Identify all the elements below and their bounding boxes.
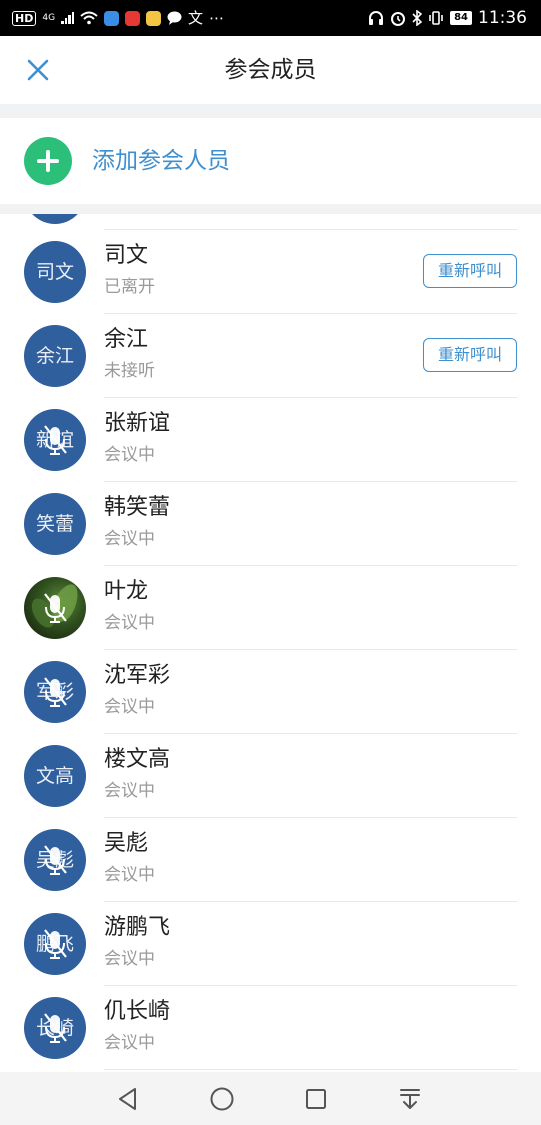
network-type: 4G xyxy=(42,13,56,23)
member-name: 叶龙 xyxy=(104,579,149,604)
avatar: 长崎 xyxy=(24,997,86,1059)
app-notification-icon xyxy=(146,10,162,26)
member-status: 会议中 xyxy=(104,1033,155,1053)
app-notification-icon xyxy=(104,10,120,26)
member-row[interactable]: 长崎仉长崎会议中 xyxy=(0,986,541,1070)
avatar-initials: 余江 xyxy=(35,345,74,367)
system-nav-bar xyxy=(0,1072,541,1125)
hd-indicator: HD xyxy=(12,10,37,26)
chat-bubble-icon xyxy=(167,11,182,25)
member-name: 游鹏飞 xyxy=(104,915,171,940)
avatar: 新谊 xyxy=(24,409,86,471)
avatar-initials: 笑蕾 xyxy=(35,513,74,535)
recall-button[interactable]: 重新呼叫 xyxy=(423,338,517,372)
add-member-label: 添加参会人员 xyxy=(92,148,230,174)
wifi-icon xyxy=(80,11,98,25)
avatar xyxy=(24,214,86,224)
member-status: 会议中 xyxy=(104,865,155,885)
member-row[interactable]: 军彩沈军彩会议中 xyxy=(0,650,541,734)
status-bar: HD 4G 文 ⋯ 84 11:36 xyxy=(0,0,541,36)
member-name: 司文 xyxy=(104,243,149,268)
avatar: 笑蕾 xyxy=(24,493,86,555)
member-row[interactable]: 余江 余江 未接听 重新呼叫 xyxy=(0,314,541,398)
bluetooth-icon xyxy=(412,10,423,26)
recents-square-icon[interactable] xyxy=(301,1084,331,1114)
member-row[interactable]: 鹏飞游鹏飞会议中 xyxy=(0,902,541,986)
member-status: 会议中 xyxy=(104,529,155,549)
avatar: 文高 xyxy=(24,745,86,807)
member-status: 未接听 xyxy=(104,361,155,381)
member-status: 会议中 xyxy=(104,445,155,465)
close-icon[interactable] xyxy=(22,54,54,86)
member-status: 已离开 xyxy=(104,277,155,297)
avatar: 鹏飞 xyxy=(24,913,86,975)
member-status: 会议中 xyxy=(104,949,155,969)
vibrate-icon xyxy=(429,11,443,25)
plus-circle-icon xyxy=(24,137,72,185)
member-row[interactable]: 新谊张新谊会议中 xyxy=(0,398,541,482)
avatar: 余江 xyxy=(24,325,86,387)
member-name: 楼文高 xyxy=(104,747,171,772)
member-name: 吴彪 xyxy=(104,831,149,856)
battery-icon: 84 xyxy=(450,11,472,25)
member-name: 仉长崎 xyxy=(104,999,171,1024)
translate-icon: 文 xyxy=(188,8,204,27)
member-list[interactable]: 司文司文已离开重新呼叫余江余江未接听重新呼叫新谊张新谊会议中笑蕾韩笑蕾会议中叶龙… xyxy=(0,214,541,1072)
member-name: 余江 xyxy=(104,327,149,352)
alarm-icon xyxy=(391,12,406,26)
avatar xyxy=(24,577,86,639)
app-notification-icon xyxy=(125,10,141,26)
member-row[interactable]: 笑蕾 韩笑蕾会议中 xyxy=(0,482,541,566)
headset-icon xyxy=(369,11,384,25)
avatar-initials: 文高 xyxy=(35,765,74,787)
section-divider xyxy=(0,204,541,214)
avatar: 吴彪 xyxy=(24,829,86,891)
member-name: 沈军彩 xyxy=(104,663,171,688)
recall-button[interactable]: 重新呼叫 xyxy=(423,254,517,288)
member-name: 张新谊 xyxy=(104,411,171,436)
page-title: 参会成员 xyxy=(224,57,317,83)
notification-pull-icon[interactable] xyxy=(395,1084,425,1114)
home-circle-icon[interactable] xyxy=(207,1084,237,1114)
member-status: 会议中 xyxy=(104,697,155,717)
more-notifications: ⋯ xyxy=(209,8,225,27)
member-status: 会议中 xyxy=(104,613,155,633)
avatar: 军彩 xyxy=(24,661,86,723)
signal-icon xyxy=(61,12,75,24)
row-divider xyxy=(104,1069,517,1070)
member-name: 韩笑蕾 xyxy=(104,495,171,520)
section-divider xyxy=(0,104,541,118)
avatar: 司文 xyxy=(24,241,86,303)
add-member-button[interactable]: 添加参会人员 xyxy=(0,118,541,204)
app-header: 参会成员 xyxy=(0,36,541,104)
member-row[interactable]: 叶龙 会议中 xyxy=(0,566,541,650)
member-row[interactable]: 文高 楼文高会议中 xyxy=(0,734,541,818)
avatar-initials: 司文 xyxy=(35,261,74,283)
member-row[interactable]: 吴彪吴彪会议中 xyxy=(0,818,541,902)
member-row[interactable]: 司文 司文 已离开 重新呼叫 xyxy=(0,230,541,314)
clock: 11:36 xyxy=(478,8,527,28)
back-triangle-icon[interactable] xyxy=(113,1084,143,1114)
member-status: 会议中 xyxy=(104,781,155,801)
